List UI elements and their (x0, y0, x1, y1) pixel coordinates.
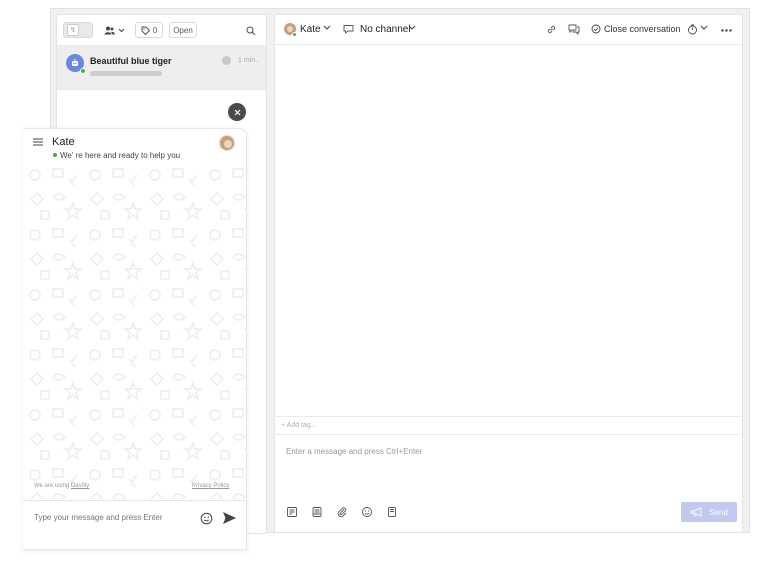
robot-icon (72, 59, 78, 66)
assigned-agent-selector[interactable]: Kate (300, 24, 321, 35)
status-filter-label: Open (173, 25, 193, 35)
conversation-time: 1 min.. (238, 57, 260, 64)
link-icon[interactable] (546, 24, 557, 35)
close-icon (234, 109, 240, 115)
unread-indicator (222, 56, 231, 65)
chevron-down-icon[interactable] (700, 25, 708, 31)
widget-status-text: We' re here and ready to help you (60, 151, 181, 160)
privacy-policy-link[interactable]: Privacy Policy (192, 483, 229, 489)
widget-message-input[interactable]: Type your message and press Enter (34, 513, 163, 522)
tag-row: + Add tag... (275, 416, 742, 435)
more-options-icon[interactable] (721, 29, 732, 32)
messages-area (275, 45, 742, 416)
widget-message-area (23, 163, 246, 499)
menu-icon[interactable] (33, 138, 43, 146)
list-divider (57, 89, 266, 90)
chat-widget: Kate We' re here and ready to help you W… (23, 128, 247, 550)
emoji-icon[interactable] (200, 512, 213, 525)
tag-count: 0 (152, 25, 158, 35)
check-circle-icon (591, 24, 601, 34)
widget-agent-avatar (219, 135, 235, 151)
widget-agent-name: Kate (52, 136, 75, 148)
template-icon[interactable] (311, 506, 323, 518)
background-pattern (23, 163, 246, 499)
filter-toggle[interactable]: ↯ (63, 22, 93, 38)
send-label: Send (709, 507, 728, 517)
timer-icon[interactable] (687, 24, 698, 35)
send-button[interactable]: Send (681, 502, 737, 522)
channel-selector[interactable]: No channel (360, 24, 411, 35)
search-button[interactable] (246, 23, 258, 36)
assignee-filter[interactable] (99, 22, 129, 38)
close-conversation-button[interactable]: Close conversation (591, 24, 681, 34)
article-icon[interactable] (386, 506, 398, 518)
channel-icon (343, 25, 354, 34)
list-toolbar: ↯ 0 Open (57, 15, 266, 45)
online-indicator (53, 153, 57, 157)
conversation-list-item[interactable]: Beautiful blue tiger 1 min.. (57, 45, 266, 89)
brand-link[interactable]: Dashly (71, 483, 89, 489)
toggle-knob-icon: ↯ (67, 24, 79, 36)
tag-filter[interactable]: 0 (135, 22, 163, 38)
megaphone-icon (690, 507, 702, 517)
widget-close-button[interactable] (228, 103, 246, 121)
note-icon[interactable] (286, 506, 298, 518)
status-filter-open[interactable]: Open (169, 22, 197, 38)
online-indicator (80, 68, 86, 74)
conversation-header: Kate No channel Close conversation (275, 15, 742, 45)
widget-input-row: Type your message and press Enter (23, 500, 246, 549)
composer-toolbar (286, 506, 398, 518)
search-icon (246, 26, 256, 36)
tag-icon (141, 26, 150, 35)
add-tag-button[interactable]: + Add tag... (281, 422, 317, 429)
message-preview-placeholder (90, 71, 162, 76)
powered-by: We are using Dashly (34, 483, 89, 489)
close-conversation-label: Close conversation (604, 24, 681, 34)
powered-prefix: We are using (34, 483, 70, 489)
paperclip-icon[interactable] (336, 506, 348, 518)
agent-online-indicator (292, 32, 297, 37)
chevron-down-icon (118, 28, 124, 32)
message-input[interactable]: Enter a message and press Ctrl+Enter (286, 447, 422, 456)
widget-header: Kate We' re here and ready to help you (23, 129, 246, 163)
emoji-icon[interactable] (361, 506, 373, 518)
chevron-down-icon[interactable] (323, 25, 331, 31)
chat-bubbles-icon[interactable] (568, 24, 580, 35)
send-icon[interactable] (222, 511, 237, 525)
users-icon (104, 26, 115, 34)
conversation-panel: Kate No channel Close conversation + Add… (274, 14, 743, 533)
chevron-down-icon[interactable] (408, 25, 416, 31)
visitor-name: Beautiful blue tiger (90, 56, 172, 66)
